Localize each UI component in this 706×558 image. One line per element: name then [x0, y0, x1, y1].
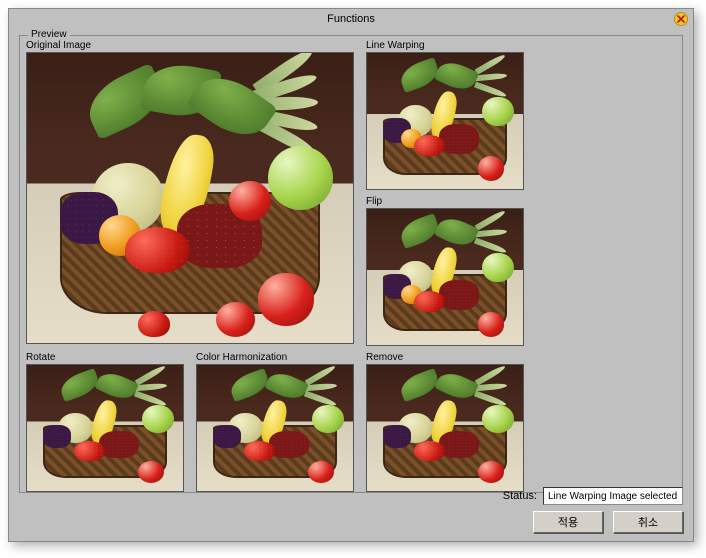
status-row: Status: Line Warping Image selected — [503, 487, 683, 505]
preview-group: Preview Original Image — [19, 35, 683, 493]
close-button[interactable] — [673, 11, 689, 27]
titlebar: Functions — [9, 9, 693, 29]
panel-line-warping[interactable]: Line Warping — [366, 40, 524, 190]
preview-group-label: Preview — [28, 29, 70, 40]
panel-label-remove: Remove — [366, 352, 524, 363]
content-area: Preview Original Image — [9, 29, 693, 501]
panel-label-original: Original Image — [26, 40, 354, 51]
panel-color-harmonization[interactable]: Color Harmonization — [196, 352, 354, 492]
close-icon — [674, 12, 688, 26]
status-label: Status: — [503, 490, 537, 502]
panel-original[interactable]: Original Image — [26, 40, 354, 344]
button-row: 적용 취소 — [533, 511, 683, 533]
functions-dialog: Functions Preview Original Image — [8, 8, 694, 542]
panel-flip[interactable]: Flip — [366, 196, 524, 346]
panel-rotate[interactable]: Rotate — [26, 352, 184, 492]
cancel-button[interactable]: 취소 — [613, 511, 683, 533]
panel-label-line-warping: Line Warping — [366, 40, 524, 51]
panel-label-rotate: Rotate — [26, 352, 184, 363]
window-title: Functions — [327, 13, 375, 25]
panel-label-color-harmonization: Color Harmonization — [196, 352, 354, 363]
status-field: Line Warping Image selected — [543, 487, 683, 505]
panel-remove[interactable]: Remove — [366, 352, 524, 492]
apply-button[interactable]: 적용 — [533, 511, 603, 533]
panel-label-flip: Flip — [366, 196, 524, 207]
